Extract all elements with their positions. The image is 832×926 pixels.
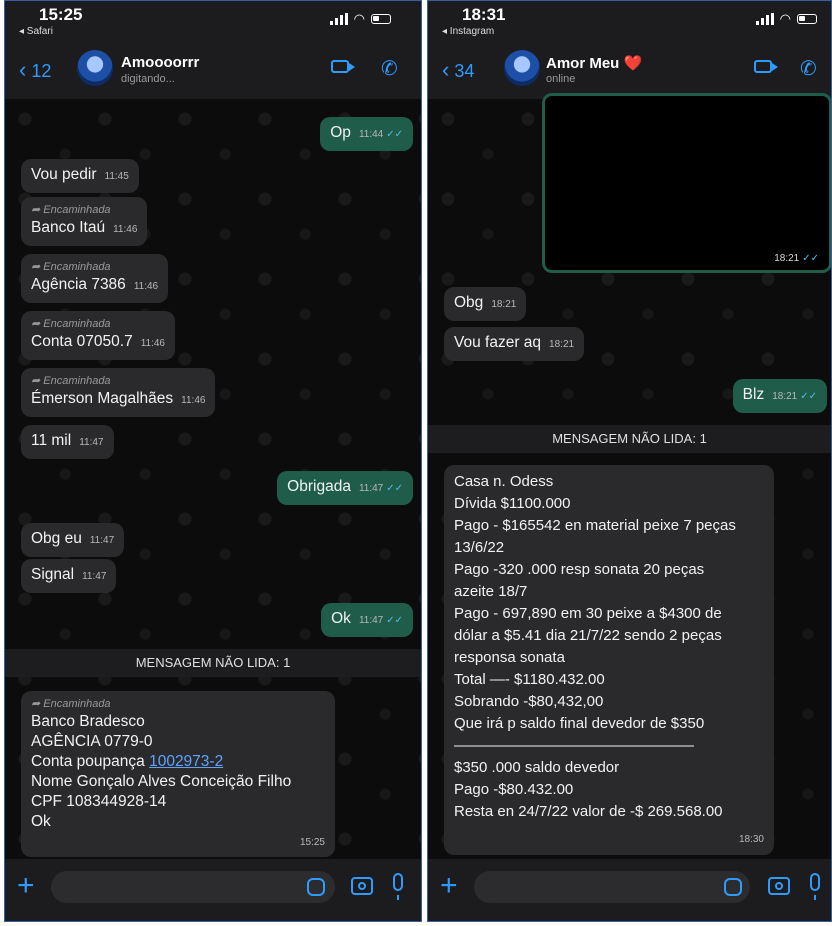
contact-name[interactable]: Amor Meu ❤️	[546, 54, 642, 72]
contact-name[interactable]: Amoooorrr	[121, 54, 199, 71]
avatar[interactable]	[77, 50, 113, 86]
read-ticks-icon: ✓✓	[800, 391, 817, 402]
message-in-long[interactable]: Casa n. Odess Dívida $1100.000 Pago - $1…	[444, 465, 774, 855]
back-button[interactable]: ‹ 12	[19, 57, 51, 83]
sticker-icon[interactable]	[724, 878, 742, 896]
message-time: 18:21 ✓✓	[774, 253, 819, 264]
message-in[interactable]: Obg 18:21	[444, 287, 527, 321]
plus-icon[interactable]: +	[440, 871, 458, 901]
wifi-icon: ◠	[353, 11, 365, 26]
forwarded-label: ➦ Encaminhada	[31, 318, 111, 330]
contact-status: digitando...	[121, 73, 175, 85]
message-out[interactable]: Op 11:44 ✓✓	[320, 117, 413, 151]
message-in-forwarded[interactable]: ➦ Encaminhada Banco Bradesco AGÊNCIA 077…	[21, 691, 335, 857]
contact-status: online	[546, 73, 576, 85]
system-indicators: ◠	[329, 11, 391, 27]
unread-count: 12	[31, 61, 52, 81]
forward-arrow-icon: ➦	[31, 318, 41, 330]
phone-call-icon[interactable]: ✆	[381, 56, 398, 81]
message-in-forwarded[interactable]: ➦ Encaminhada Conta 07050.7 11:46	[21, 311, 175, 360]
chat-screen-right: 18:31 ◂ Instagram ◠ ‹ 34 Amor Meu ❤️ onl…	[427, 0, 832, 922]
forwarded-label: ➦ Encaminhada	[31, 375, 111, 387]
unread-count: 34	[454, 61, 475, 81]
message-time: 18:30	[738, 834, 764, 845]
back-button[interactable]: ‹ 34	[442, 57, 474, 83]
back-to-app-link[interactable]: ◂ Instagram	[442, 26, 494, 37]
unread-divider: MENSAGEM NÃO LIDA: 1	[5, 649, 421, 677]
chat-header: ‹ 12 Amoooorrr digitando... ✆	[5, 43, 421, 100]
message-input[interactable]	[51, 871, 335, 903]
composer-bar: +	[428, 859, 831, 921]
avatar[interactable]	[504, 50, 540, 86]
status-time: 18:31	[462, 5, 506, 24]
microphone-icon[interactable]	[810, 873, 820, 900]
signal-icon	[329, 13, 348, 25]
forwarded-label: ➦ Encaminhada	[31, 204, 111, 216]
forward-arrow-icon: ➦	[31, 698, 41, 710]
message-time: 15:25	[299, 837, 325, 848]
battery-icon	[371, 14, 391, 24]
message-in[interactable]: Signal 11:47	[21, 559, 117, 593]
chevron-left-icon: ‹	[19, 57, 27, 82]
unread-divider: MENSAGEM NÃO LIDA: 1	[428, 425, 831, 453]
read-ticks-icon: ✓✓	[802, 253, 819, 264]
forwarded-label: ➦ Encaminhada	[31, 698, 111, 710]
wifi-icon: ◠	[779, 11, 791, 26]
message-list[interactable]: Op 11:44 ✓✓ Vou pedir 11:45 ➦ Encaminhada B…	[5, 99, 421, 859]
message-in[interactable]: Vou fazer aq 18:21	[444, 327, 585, 361]
battery-icon	[797, 14, 817, 24]
forward-arrow-icon: ➦	[31, 375, 41, 387]
system-indicators: ◠	[755, 11, 817, 27]
message-list[interactable]: 18:21 ✓✓ Obg 18:21 Vou fazer aq 18:21 Blz 18…	[428, 93, 831, 859]
forwarded-label: ➦ Encaminhada	[31, 261, 111, 273]
forward-arrow-icon: ➦	[31, 261, 41, 273]
message-input[interactable]	[474, 871, 750, 903]
status-time: 15:25	[39, 5, 83, 24]
composer-bar: +	[5, 859, 421, 921]
read-ticks-icon: ✓✓	[386, 483, 403, 494]
plus-icon[interactable]: +	[17, 871, 35, 901]
chat-screen-left: 15:25 ◂ Safari ◠ ‹ 12 Amoooorrr digitand…	[4, 0, 422, 922]
message-in-forwarded[interactable]: ➦ Encaminhada Banco Itaú 11:46	[21, 197, 148, 246]
message-out[interactable]: Ok 11:47 ✓✓	[321, 603, 413, 637]
video-call-icon[interactable]	[754, 60, 778, 73]
status-bar: 18:31 ◂ Instagram ◠	[428, 1, 831, 43]
video-call-icon[interactable]	[331, 60, 355, 73]
message-in-forwarded[interactable]: ➦ Encaminhada Émerson Magalhães 11:46	[21, 368, 216, 417]
heart-icon: ❤️	[623, 55, 643, 72]
read-ticks-icon: ✓✓	[386, 129, 403, 140]
read-ticks-icon: ✓✓	[386, 615, 403, 626]
forward-arrow-icon: ➦	[31, 204, 41, 216]
message-out[interactable]: Blz 18:21 ✓✓	[732, 379, 827, 413]
account-link[interactable]: 1002973-2	[149, 753, 223, 770]
phone-call-icon[interactable]: ✆	[800, 56, 817, 81]
message-in[interactable]: 11 mil 11:47	[21, 425, 114, 459]
message-in-forwarded[interactable]: ➦ Encaminhada Agência 7386 11:46	[21, 254, 169, 303]
sticker-icon[interactable]	[307, 878, 325, 896]
chat-header: ‹ 34 Amor Meu ❤️ online ✆	[428, 43, 831, 100]
message-in[interactable]: Obg eu 11:47	[21, 523, 125, 557]
image-message[interactable]: 18:21 ✓✓	[542, 93, 831, 273]
microphone-icon[interactable]	[393, 873, 403, 900]
message-out[interactable]: Obrigada 11:47 ✓✓	[277, 471, 413, 505]
message-in[interactable]: Vou pedir 11:45	[21, 159, 139, 193]
camera-icon[interactable]	[351, 877, 373, 895]
back-to-app-link[interactable]: ◂ Safari	[19, 26, 53, 37]
status-bar: 15:25 ◂ Safari ◠	[5, 1, 421, 43]
chevron-left-icon: ‹	[442, 57, 450, 82]
signal-icon	[755, 13, 774, 25]
camera-icon[interactable]	[768, 877, 790, 895]
